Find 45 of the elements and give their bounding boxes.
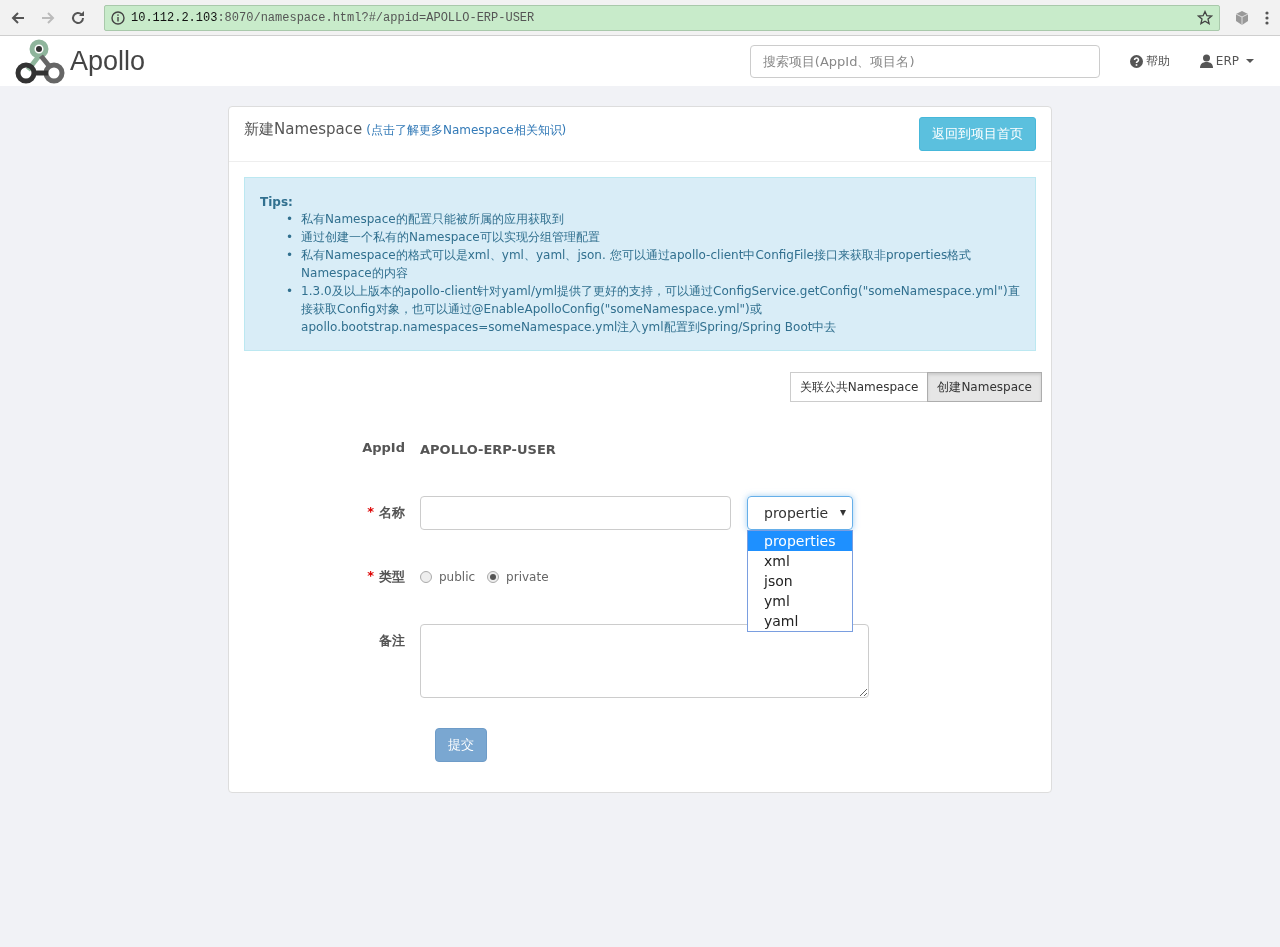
info-icon <box>111 10 125 25</box>
radio-button[interactable] <box>487 571 500 583</box>
tip-item: 1.3.0及以上版本的apollo-client针对yaml/yml提供了更好的支持，可以通过ConfigService.getConfig("someNamespace.yml")直接获取Config对象，也可以通过@EnableApolloConfig("someNamespace.yml")或apollo.bootstrap.namespaces=someNamespace.yml注入yml配置到Spring/Spring Boot中去 <box>301 283 1020 336</box>
back-icon[interactable] <box>10 9 26 26</box>
help-link[interactable]: 帮助 <box>1129 52 1170 70</box>
tip-item: 私有Namespace的格式可以是xml、yml、yaml、json. 您可以通过apollo-client中ConfigFile接口来获取非properties格式Namespace的内容 <box>301 247 973 282</box>
field-label: 类型 <box>379 568 405 586</box>
name-field[interactable] <box>420 496 731 530</box>
logo-text[interactable]: Apollo <box>70 45 146 77</box>
mode-tab[interactable]: 关联公共Namespace <box>789 372 929 402</box>
menu-icon[interactable] <box>1264 9 1270 26</box>
help-link[interactable]: (点击了解更多Namespace相关知识) <box>366 122 567 139</box>
panel-title: 新建Namespace <box>244 120 363 139</box>
radio-label[interactable]: private <box>506 570 549 584</box>
dropdown-option[interactable]: json <box>748 571 852 591</box>
appid-value: APOLLO-ERP-USER <box>420 441 556 457</box>
caret-icon <box>1246 59 1254 63</box>
radio-label[interactable]: public <box>439 570 476 584</box>
field-label: AppId <box>362 440 405 455</box>
dropdown-option[interactable]: yml <box>748 591 852 611</box>
bullet-mark: • <box>286 247 294 264</box>
radio-button[interactable] <box>420 571 432 583</box>
bullet-mark: • <box>286 211 294 228</box>
search-field[interactable]: 搜索项目(AppId、项目名) <box>749 44 1100 78</box>
bullet-mark: • <box>286 229 294 246</box>
required-mark: * <box>367 504 374 521</box>
tip-item: 私有Namespace的配置只能被所属的应用获取到 <box>301 211 564 228</box>
dropdown-option[interactable]: yaml <box>748 611 852 631</box>
star-icon[interactable] <box>1197 9 1213 26</box>
bullet-mark: • <box>286 283 294 300</box>
logo-icon[interactable] <box>14 38 66 84</box>
user-menu[interactable]: ERP <box>1199 54 1254 68</box>
cube-icon[interactable] <box>1234 9 1250 26</box>
dropdown-option[interactable]: xml <box>748 551 852 571</box>
dropdown-arrow-icon <box>840 510 846 516</box>
tips-heading: Tips: <box>260 194 294 210</box>
tip-item: 通过创建一个私有的Namespace可以实现分组管理配置 <box>301 229 600 246</box>
required-mark: * <box>367 568 374 585</box>
reload-icon[interactable] <box>70 9 86 26</box>
user-icon <box>1199 54 1213 68</box>
field-label: 备注 <box>379 632 405 650</box>
address-bar[interactable]: 10.112.2.103:8070/namespace.html?#/appid=APOLLO-ERP-USER <box>104 4 1220 31</box>
field-label: 名称 <box>379 504 405 522</box>
mode-tab[interactable]: 创建Namespace <box>927 372 1042 402</box>
question-icon <box>1129 54 1143 68</box>
